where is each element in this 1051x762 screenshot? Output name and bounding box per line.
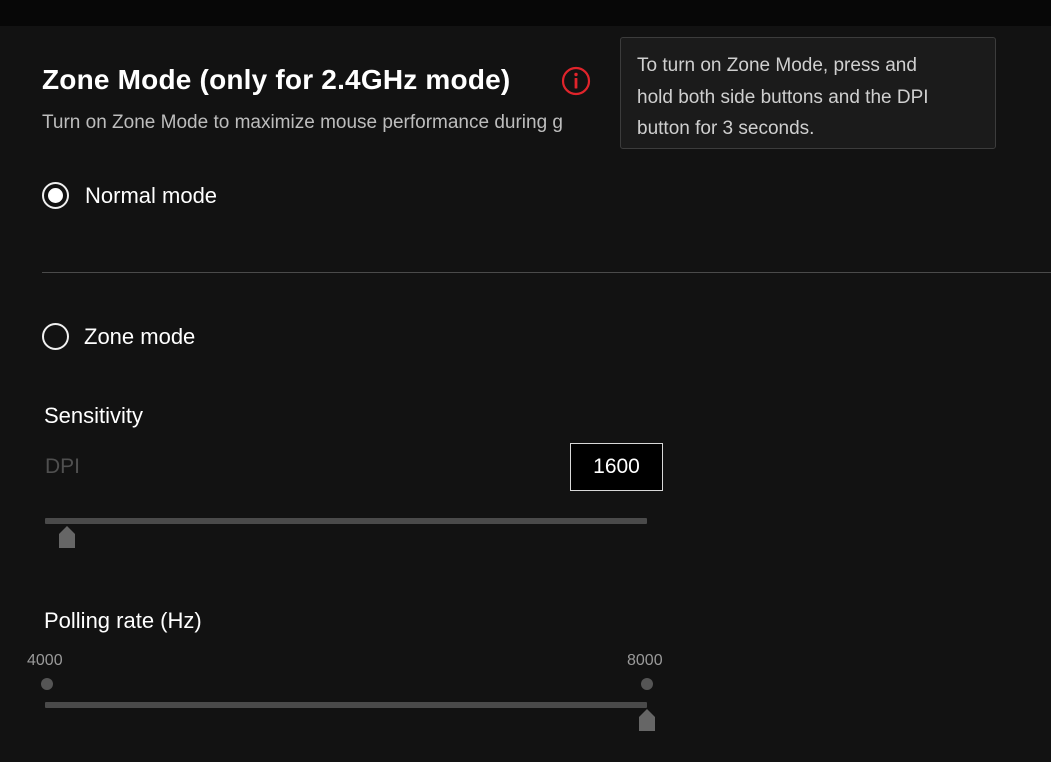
dpi-label: DPI — [45, 455, 81, 478]
polling-slider-track[interactable] — [45, 702, 647, 708]
polling-rate-label: Polling rate (Hz) — [44, 608, 202, 633]
polling-tick-4000[interactable] — [41, 678, 53, 690]
polling-min-label: 4000 — [27, 652, 63, 669]
tooltip-line: button for 3 seconds. — [637, 118, 815, 139]
zone-mode-tooltip: To turn on Zone Mode, press and hold bot… — [620, 37, 996, 149]
zone-mode-label: Zone mode — [84, 323, 196, 349]
sensitivity-label: Sensitivity — [44, 403, 144, 428]
dpi-slider-track[interactable] — [45, 518, 647, 524]
dpi-value-input[interactable]: 1600 — [570, 443, 663, 491]
radio-button-zone[interactable] — [42, 323, 69, 350]
tooltip-line: To turn on Zone Mode, press and — [637, 55, 917, 76]
zone-mode-title: Zone Mode (only for 2.4GHz mode) — [42, 64, 511, 95]
divider — [42, 272, 1051, 273]
info-icon[interactable] — [561, 66, 591, 96]
normal-mode-label: Normal mode — [85, 182, 218, 208]
radio-selected-dot — [48, 188, 63, 203]
zone-mode-description: Turn on Zone Mode to maximize mouse perf… — [42, 112, 563, 133]
radio-button-normal[interactable] — [42, 182, 69, 209]
tooltip-line: hold both side buttons and the DPI — [637, 86, 929, 108]
polling-slider-thumb[interactable] — [639, 709, 655, 731]
polling-max-label: 8000 — [627, 652, 663, 669]
top-bar — [0, 0, 1051, 26]
polling-tick-8000[interactable] — [641, 678, 653, 690]
zone-mode-radio[interactable]: Zone mode — [42, 323, 195, 350]
dpi-slider-thumb[interactable] — [59, 526, 76, 548]
normal-mode-radio[interactable]: Normal mode — [42, 182, 217, 209]
